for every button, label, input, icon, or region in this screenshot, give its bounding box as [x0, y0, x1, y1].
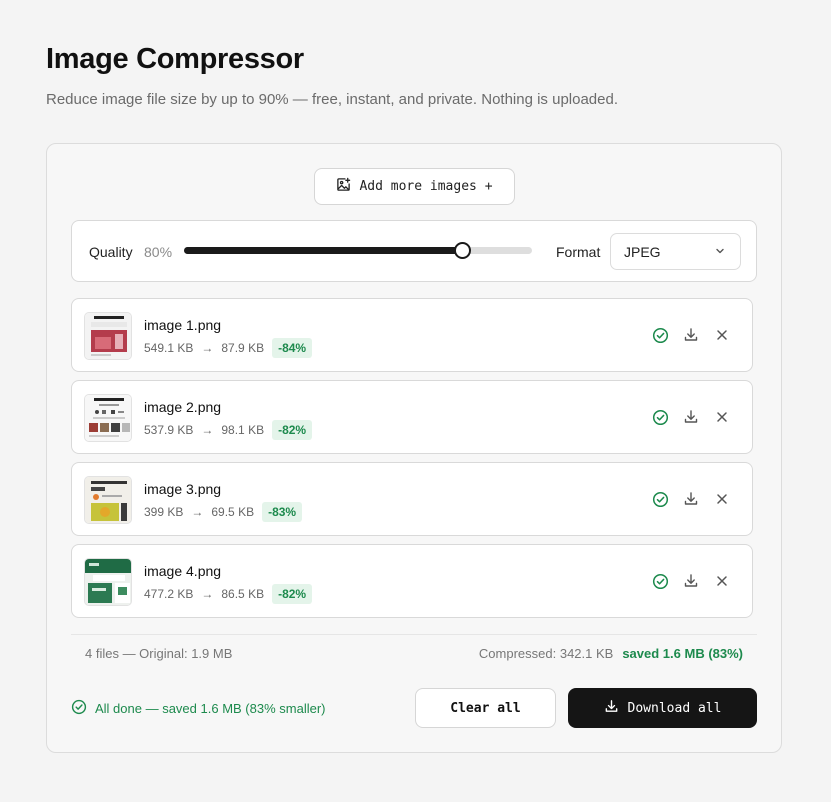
original-size: 537.9 KB — [144, 422, 194, 437]
download-icon[interactable] — [681, 489, 701, 509]
compressed-total: Compressed: 342.1 KB — [478, 646, 614, 661]
image-thumbnail — [84, 558, 132, 606]
summary-divider — [71, 634, 757, 635]
add-more-images-label: Add more images + — [359, 179, 493, 194]
compressed-size: 86.5 KB — [221, 586, 265, 601]
close-icon[interactable] — [712, 571, 732, 591]
file-actions — [650, 571, 732, 591]
file-sizes: 399 KB → 69.5 KB -83% — [144, 501, 303, 522]
close-icon[interactable] — [712, 489, 732, 509]
original-size: 549.1 KB — [144, 340, 194, 355]
image-thumbnail — [84, 312, 132, 360]
quality-slider-thumb[interactable] — [454, 242, 472, 259]
chevron-down-icon — [714, 244, 726, 260]
file-actions — [650, 325, 732, 345]
close-icon[interactable] — [712, 325, 732, 345]
file-sizes: 477.2 KB → 86.5 KB -82% — [144, 583, 313, 604]
page-subtitle: Reduce image file size by up to 90% — fr… — [46, 91, 618, 108]
download-icon[interactable] — [681, 325, 701, 345]
arrow-right-icon: → — [201, 340, 214, 355]
file-row: image 4.png 477.2 KB → 86.5 KB -82% — [71, 544, 753, 618]
page-title: Image Compressor — [46, 43, 304, 75]
add-more-images-button[interactable]: Add more images + — [314, 168, 515, 205]
quality-slider-fill — [184, 247, 463, 254]
check-circle-icon — [650, 571, 670, 591]
compressor-card: Add more images + Quality 80% Format JPE… — [46, 143, 782, 753]
file-row: image 3.png 399 KB → 69.5 KB -83% — [71, 462, 753, 536]
status-text: All done — saved 1.6 MB (83% smaller) — [95, 701, 326, 716]
status-message: All done — saved 1.6 MB (83% smaller) — [71, 699, 325, 718]
download-icon[interactable] — [681, 407, 701, 427]
original-size: 399 KB — [144, 504, 184, 519]
reduction-badge: -82% — [272, 419, 313, 440]
format-value: JPEG — [624, 243, 661, 260]
file-name: image 1.png — [144, 317, 222, 333]
download-icon[interactable] — [681, 571, 701, 591]
check-circle-icon — [650, 407, 670, 427]
file-name: image 3.png — [144, 481, 222, 497]
original-size: 477.2 KB — [144, 586, 194, 601]
download-all-label: Download all — [627, 700, 722, 716]
clear-all-button[interactable]: Clear all — [415, 688, 556, 728]
arrow-right-icon: → — [191, 504, 204, 519]
check-circle-icon — [71, 699, 87, 718]
arrow-right-icon: → — [201, 422, 214, 437]
settings-bar: Quality 80% Format JPEG — [71, 220, 757, 282]
check-circle-icon — [650, 325, 670, 345]
arrow-right-icon: → — [201, 586, 214, 601]
file-row: image 2.png 537.9 KB → 98.1 KB -82% — [71, 380, 753, 454]
image-plus-icon — [336, 177, 351, 196]
download-icon — [604, 699, 619, 718]
quality-label: Quality — [89, 244, 133, 260]
reduction-badge: -84% — [272, 337, 313, 358]
compressed-size: 98.1 KB — [221, 422, 265, 437]
image-thumbnail — [84, 476, 132, 524]
file-name: image 4.png — [144, 563, 222, 579]
close-icon[interactable] — [712, 407, 732, 427]
quality-slider[interactable] — [184, 242, 532, 259]
file-actions — [650, 489, 732, 509]
download-all-button[interactable]: Download all — [568, 688, 757, 728]
compressed-size: 69.5 KB — [211, 504, 255, 519]
reduction-badge: -83% — [262, 501, 303, 522]
file-actions — [650, 407, 732, 427]
file-sizes: 537.9 KB → 98.1 KB -82% — [144, 419, 313, 440]
reduction-badge: -82% — [272, 583, 313, 604]
compressed-size: 87.9 KB — [221, 340, 265, 355]
file-name: image 2.png — [144, 399, 222, 415]
quality-value: 80% — [144, 244, 173, 260]
saved-total: saved 1.6 MB (83%) — [622, 646, 743, 661]
summary-original: 4 files — Original: 1.9 MB — [85, 646, 233, 661]
format-label: Format — [556, 244, 601, 260]
summary-compressed: Compressed: 342.1 KB saved 1.6 MB (83%) — [479, 646, 743, 661]
format-select[interactable]: JPEG — [610, 233, 741, 270]
check-circle-icon — [650, 489, 670, 509]
file-sizes: 549.1 KB → 87.9 KB -84% — [144, 337, 313, 358]
image-compressor-page: Image Compressor Reduce image file size … — [0, 0, 831, 802]
file-row: image 1.png 549.1 KB → 87.9 KB -84% — [71, 298, 753, 372]
image-thumbnail — [84, 394, 132, 442]
